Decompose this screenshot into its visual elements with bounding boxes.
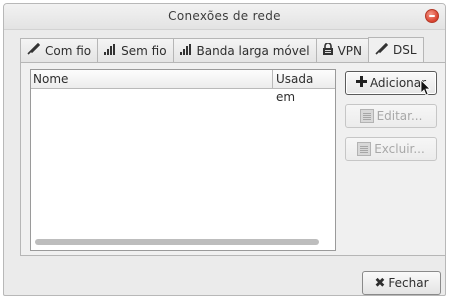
column-header-name[interactable]: Nome: [31, 70, 273, 88]
tab-banda-larga-movel[interactable]: Banda larga móvel: [172, 38, 317, 62]
tab-vpn[interactable]: VPN: [315, 38, 369, 62]
dsl-panel: Nome Usada em Adicionar Editar... Exclui…: [20, 62, 445, 256]
close-button-label: Fechar: [388, 276, 429, 290]
ethernet-plug-icon: [27, 42, 41, 58]
delete-button[interactable]: Excluir...: [345, 137, 437, 161]
tab-sem-fio[interactable]: Sem fio: [97, 38, 174, 62]
document-icon: [357, 142, 372, 156]
tab-dsl[interactable]: DSL: [367, 37, 424, 62]
mobile-signal-icon: [179, 43, 192, 58]
lock-icon: [322, 42, 333, 58]
tab-label: Com fio: [45, 43, 92, 58]
edit-button-label: Editar...: [376, 109, 423, 123]
tab-label: DSL: [392, 43, 417, 57]
plus-icon: [355, 76, 367, 90]
close-window-icon[interactable]: [425, 9, 439, 23]
column-header-used[interactable]: Usada em: [273, 70, 335, 104]
tab-label: Sem fio: [121, 43, 167, 58]
tab-com-fio[interactable]: Com fio: [20, 38, 99, 62]
tab-bar: Com fio Sem fio Banda larga móvel VPN DS…: [20, 37, 424, 62]
horizontal-scrollbar[interactable]: [35, 239, 319, 245]
close-button[interactable]: ✖ Fechar: [362, 271, 441, 295]
add-button[interactable]: Adicionar: [345, 71, 437, 95]
network-connections-window: Conexões de rede Com fio Sem fio Banda l…: [3, 3, 446, 296]
window-title: Conexões de rede: [168, 9, 281, 23]
list-header: Nome Usada em: [31, 70, 335, 104]
edit-button[interactable]: Editar...: [345, 104, 437, 128]
document-icon: [359, 109, 374, 123]
add-button-label: Adicionar: [369, 76, 427, 90]
titlebar[interactable]: Conexões de rede: [4, 4, 445, 30]
tab-label: VPN: [337, 43, 362, 58]
tab-label: Banda larga móvel: [196, 43, 310, 58]
delete-button-label: Excluir...: [374, 142, 425, 156]
wireless-signal-icon: [104, 43, 116, 58]
dsl-plug-icon: [375, 42, 389, 58]
connections-list[interactable]: Nome Usada em: [30, 69, 336, 251]
x-icon: ✖: [374, 275, 386, 291]
